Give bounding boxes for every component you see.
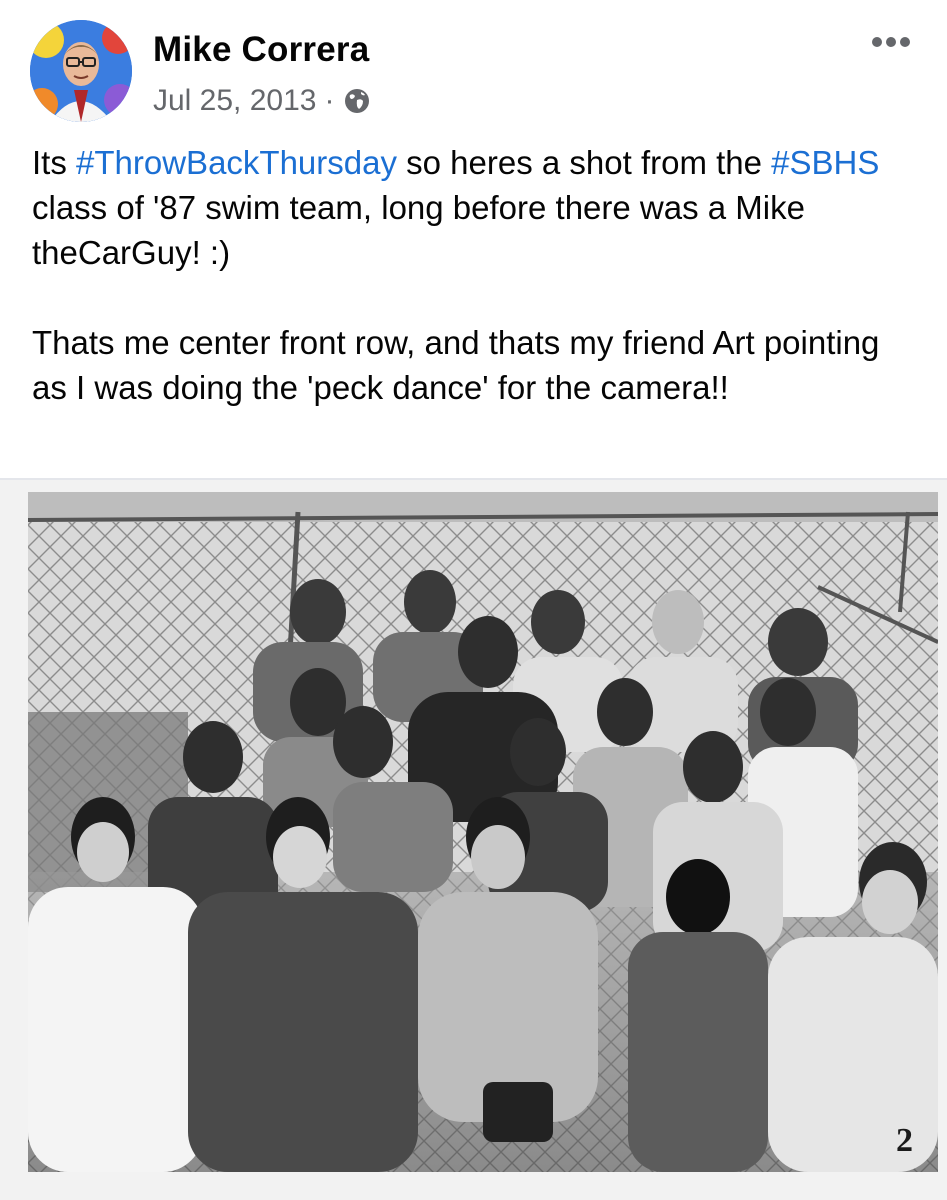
more-options-icon[interactable] [869,30,913,54]
post-paragraph-1: Its #ThrowBackThursday so heres a shot f… [32,140,922,275]
post-header: Mike Correra Jul 25, 2013 · [0,0,947,130]
post-meta: Jul 25, 2013 · [153,84,372,118]
avatar[interactable] [30,20,132,122]
post-text: Its #ThrowBackThursday so heres a shot f… [32,140,922,410]
photo-page-number: 2 [896,1122,913,1159]
globe-icon[interactable] [342,86,372,116]
post-photo[interactable] [28,492,938,1172]
post-paragraph-2: Thats me center front row, and thats my … [32,324,880,406]
meta-separator: · [324,84,335,117]
hashtag-link[interactable]: #SBHS [771,144,879,181]
post-date[interactable]: Jul 25, 2013 [153,84,316,118]
hashtag-link[interactable]: #ThrowBackThursday [76,144,397,181]
avatar-image [30,20,132,122]
text-segment: so heres a shot from the [396,144,772,181]
text-segment: class of '87 swim team, long before ther… [32,189,805,271]
team-photo-image [28,492,938,1172]
facebook-post: Mike Correra Jul 25, 2013 · Its #ThrowBa [0,0,947,1200]
text-segment: Its [32,144,77,181]
author-name[interactable]: Mike Correra [153,30,369,70]
post-photo-container[interactable]: 2 [0,480,947,1200]
